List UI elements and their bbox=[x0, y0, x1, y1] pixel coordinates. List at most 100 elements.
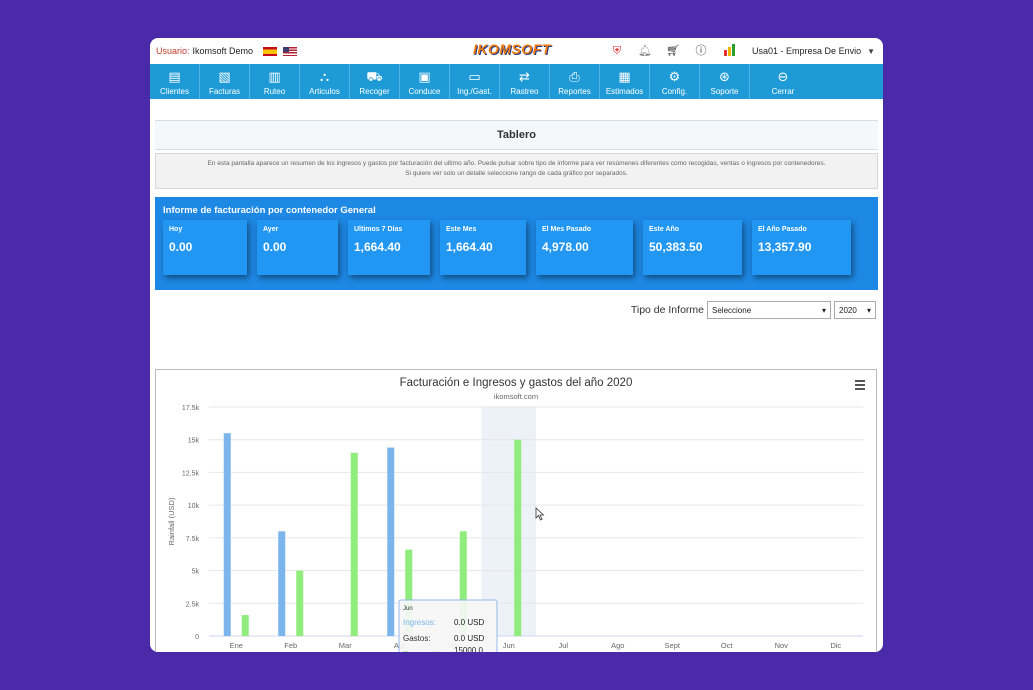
info-text-1: En esta pantalla aparece un resumen de l… bbox=[207, 160, 826, 167]
summary-card[interactable]: Este Mes 1,664.40 bbox=[440, 220, 526, 275]
company-selector[interactable]: Usa01 - Empresa De Envio bbox=[752, 46, 861, 56]
bar-facturaci-n bbox=[350, 452, 358, 636]
card-value: 4,978.00 bbox=[542, 240, 589, 254]
report-type-select[interactable]: Seleccione ▾ bbox=[707, 301, 831, 319]
nav-label: Cerrar bbox=[771, 87, 795, 96]
x-tick-label: Sept bbox=[665, 641, 681, 650]
nav-item-ruteo[interactable]: ▥ Ruteo bbox=[250, 64, 300, 99]
report-type-value: Seleccione bbox=[712, 305, 752, 315]
nav-item-clientes[interactable]: ▤ Clientes bbox=[150, 64, 200, 99]
bar-facturaci-n bbox=[241, 615, 249, 636]
app-window: Usuario: Ikomsoft Demo IKOMSOFT ⛨ 🔔︎ 🛒︎ … bbox=[150, 38, 883, 652]
document-icon: ▧ bbox=[218, 69, 231, 84]
printer-icon: ⎙ bbox=[569, 69, 580, 84]
nav-item-reportes[interactable]: ⎙ Reportes bbox=[550, 64, 600, 99]
truck-icon: ⛟ bbox=[366, 69, 383, 84]
boxes-icon: ⛬ bbox=[319, 69, 330, 84]
tooltip-value: 0.0 USD bbox=[454, 634, 484, 643]
bar-facturaci-n bbox=[514, 439, 522, 636]
spanish-flag-icon[interactable] bbox=[263, 46, 278, 56]
tooltip-label: Facturación: bbox=[403, 650, 447, 652]
nav-item-conduce[interactable]: ▣ Conduce bbox=[400, 64, 450, 99]
chevron-down-icon: ▾ bbox=[821, 305, 826, 315]
nav-item-soporte[interactable]: ⊛ Soporte bbox=[700, 64, 750, 99]
nav-label: Reportes bbox=[558, 87, 591, 96]
summary-card[interactable]: Este Año 50,383.50 bbox=[643, 220, 742, 275]
page-title: Tablero bbox=[155, 120, 878, 150]
summary-card[interactable]: El Año Pasado 13,357.90 bbox=[752, 220, 851, 275]
y-tick-label: 0 bbox=[195, 634, 199, 641]
summary-cards: Hoy 0.00 Ayer 0.00 Ultimos 7 Días 1,664.40 Est… bbox=[163, 220, 870, 275]
nav-item-ing-gast[interactable]: ▭ Ing./Gast. bbox=[450, 64, 500, 99]
filter-row: Tipo de Informe Seleccione ▾ 2020 ▾ bbox=[155, 296, 878, 324]
summary-card[interactable]: Hoy 0.00 bbox=[163, 220, 247, 275]
summary-card[interactable]: Ayer 0.00 bbox=[257, 220, 338, 275]
x-tick-label: Feb bbox=[284, 641, 297, 650]
y-tick-label: 12.5k bbox=[182, 470, 200, 477]
bus-icon: ▣ bbox=[418, 69, 431, 84]
nav-label: Recoger bbox=[359, 87, 390, 96]
us-flag-icon[interactable] bbox=[283, 46, 298, 56]
nav-label: Ing./Gast. bbox=[457, 87, 492, 96]
nav-item-facturas[interactable]: ▧ Facturas bbox=[200, 64, 250, 99]
nav-label: Config. bbox=[661, 87, 688, 96]
tooltip-value: 15000.0 bbox=[454, 646, 483, 652]
nav-item-recoger[interactable]: ⛟ Recoger bbox=[350, 64, 400, 99]
card-value: 1,664.40 bbox=[446, 240, 493, 254]
nav-label: Articulos bbox=[309, 87, 340, 96]
nav-label: Estimados bbox=[605, 87, 644, 96]
y-tick-label: 17.5k bbox=[182, 405, 200, 412]
nav-label: Conduce bbox=[408, 87, 441, 96]
bar-facturaci-n bbox=[296, 570, 304, 636]
lifebuoy-icon: ⊛ bbox=[719, 69, 730, 84]
nav-item-articulos[interactable]: ⛬ Articulos bbox=[300, 64, 350, 99]
money-icon: ▭ bbox=[468, 69, 481, 84]
chevron-down-icon[interactable]: ▼ bbox=[867, 47, 875, 56]
cart-icon[interactable]: 🛒︎ bbox=[666, 44, 680, 58]
exchange-icon: ⇄ bbox=[519, 69, 530, 84]
nav-item-cerrar[interactable]: ⊖ Cerrar bbox=[750, 64, 816, 99]
card-label: Este Año bbox=[649, 226, 680, 233]
chart-icon[interactable] bbox=[722, 44, 736, 58]
x-tick-label: Ago bbox=[611, 641, 624, 650]
nav-label: Rastreo bbox=[510, 87, 539, 96]
billing-chart: Facturación e Ingresos y gastos del año … bbox=[167, 377, 865, 652]
nav-label: Ruteo bbox=[263, 87, 286, 96]
gear-icon: ⚙ bbox=[668, 69, 681, 84]
card-value: 13,357.90 bbox=[758, 240, 812, 254]
chart-menu-icon[interactable] bbox=[855, 380, 865, 390]
summary-card[interactable]: El Mes Pasado 4,978.00 bbox=[536, 220, 633, 275]
card-value: 0.00 bbox=[263, 240, 287, 254]
year-select[interactable]: 2020 ▾ bbox=[834, 301, 876, 319]
y-tick-label: 5k bbox=[192, 569, 200, 576]
info-box: En esta pantalla aparece un resumen de l… bbox=[155, 153, 878, 189]
report-type-label: Tipo de Informe bbox=[630, 304, 704, 316]
x-tick-label: Jun bbox=[503, 641, 515, 650]
nav-item-rastreo[interactable]: ⇄ Rastreo bbox=[500, 64, 550, 99]
logo: IKOMSOFT bbox=[473, 41, 551, 57]
x-tick-label: Dic bbox=[830, 641, 841, 650]
nav-label: Facturas bbox=[208, 87, 241, 96]
user-name: Ikomsoft Demo bbox=[192, 46, 254, 56]
card-label: Ultimos 7 Días bbox=[354, 226, 403, 233]
chart-subtitle: ikomsoft.com bbox=[494, 392, 538, 401]
dashboard-content: Tablero En esta pantalla aparece un resu… bbox=[155, 120, 878, 652]
y-tick-label: 15k bbox=[188, 438, 200, 445]
nav-item-estimados[interactable]: ▦ Estimados bbox=[600, 64, 650, 99]
tooltip-label: Ingresos: bbox=[403, 618, 436, 627]
top-bar: Usuario: Ikomsoft Demo IKOMSOFT ⛨ 🔔︎ 🛒︎ … bbox=[150, 38, 883, 64]
nav-item-config[interactable]: ⚙ Config. bbox=[650, 64, 700, 99]
card-label: El Año Pasado bbox=[758, 226, 807, 233]
chevron-down-icon: ▾ bbox=[866, 305, 871, 315]
tooltip-value: 0.0 USD bbox=[454, 618, 484, 627]
card-value: 1,664.40 bbox=[354, 240, 401, 254]
x-tick-label: Mar bbox=[339, 641, 352, 650]
info-icon[interactable]: ⓘ bbox=[694, 44, 708, 58]
barcode-icon: ▥ bbox=[268, 69, 281, 84]
summary-card[interactable]: Ultimos 7 Días 1,664.40 bbox=[348, 220, 430, 275]
shield-icon[interactable]: ⛨ bbox=[610, 44, 624, 58]
x-tick-label: Jul bbox=[558, 641, 568, 650]
chart-title: Facturación e Ingresos y gastos del año … bbox=[400, 377, 633, 389]
bell-icon[interactable]: 🔔︎ bbox=[638, 44, 652, 58]
card-value: 50,383.50 bbox=[649, 240, 703, 254]
